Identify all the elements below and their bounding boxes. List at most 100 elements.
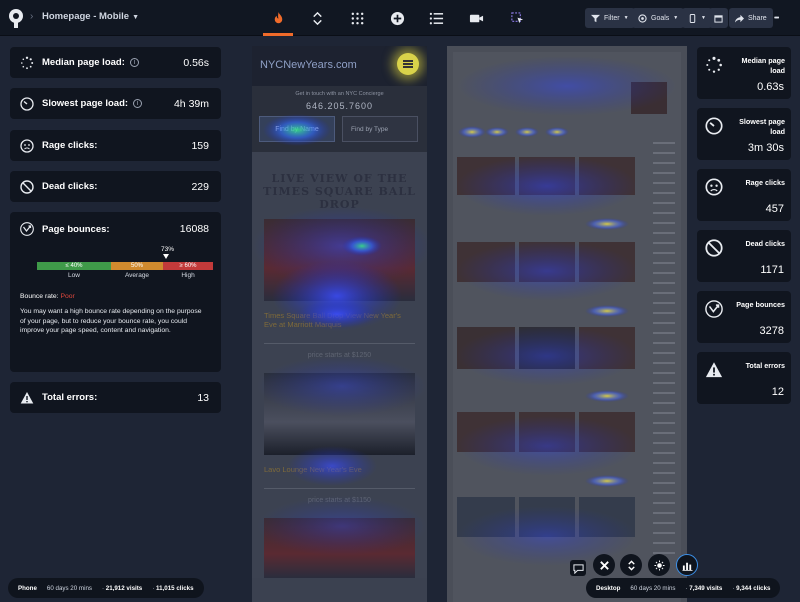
median-load-label: Median page load: bbox=[42, 57, 125, 68]
page-selector[interactable]: Homepage - Mobile ▼ bbox=[42, 11, 139, 22]
close-overlay-button[interactable] bbox=[593, 554, 615, 576]
scroll-arrows-icon bbox=[627, 559, 635, 571]
mobile-site-content: LIVE VIEW OF THE TIMES SQUARE BALL DROP … bbox=[252, 152, 427, 578]
loading-spinner-icon bbox=[706, 56, 722, 73]
recordings-button[interactable] bbox=[461, 6, 491, 30]
mobile-site-subheader: Get in touch with an NYC Concierge 646.2… bbox=[252, 86, 427, 152]
goals-button[interactable]: Goals ▼ bbox=[632, 8, 685, 28]
info-icon[interactable]: i bbox=[129, 58, 139, 67]
hamburger-menu-icon[interactable] bbox=[397, 53, 419, 75]
caret-down-icon: ▼ bbox=[701, 15, 706, 21]
find-by-name-select[interactable]: Find by Name bbox=[259, 116, 335, 142]
desktop-dead-clicks-value: 1171 bbox=[760, 264, 784, 276]
filter-button[interactable]: Filter ▼ bbox=[585, 8, 635, 28]
desktop-page-bounces-card[interactable]: Page bounces 3278 bbox=[697, 291, 791, 343]
desktop-rage-clicks-value: 457 bbox=[765, 203, 784, 215]
gauge-value: 73% bbox=[161, 246, 175, 253]
info-icon[interactable]: i bbox=[133, 99, 143, 108]
desktop-total-errors-card[interactable]: Total errors 12 bbox=[697, 352, 791, 404]
listing-thumbnail bbox=[579, 412, 635, 452]
page-selector-label: Homepage - Mobile bbox=[42, 11, 130, 22]
desktop-sidebar-links bbox=[653, 142, 675, 562]
listing-thumbnail bbox=[519, 412, 575, 452]
desktop-heatmap-preview[interactable] bbox=[447, 46, 687, 602]
scroll-map-button[interactable] bbox=[302, 6, 332, 30]
bounce-rate-status: Bounce rate: Poor bbox=[20, 293, 209, 300]
listing-thumbnail bbox=[579, 157, 635, 195]
scroll-arrows-icon bbox=[312, 11, 322, 25]
bar-chart-icon bbox=[681, 562, 693, 571]
date-range-button[interactable] bbox=[709, 8, 728, 28]
listing-thumbnail bbox=[519, 242, 575, 282]
share-button[interactable]: Share bbox=[729, 8, 773, 28]
visits-count: · 7,349 visits bbox=[685, 584, 723, 592]
more-options-button[interactable]: ••• bbox=[770, 8, 782, 28]
calendar-icon bbox=[714, 14, 723, 23]
mobile-device-icon bbox=[689, 13, 696, 23]
cursor-click-icon bbox=[510, 11, 523, 23]
close-icon bbox=[599, 560, 609, 570]
date-range: 60 days 20 mins bbox=[46, 584, 92, 592]
event-image[interactable] bbox=[264, 219, 415, 301]
brightness-button[interactable] bbox=[648, 554, 670, 576]
desktop-stats-pill: Desktop 60 days 20 mins · 7,349 visits ·… bbox=[586, 578, 781, 598]
clicks-value: 9,344 clicks bbox=[736, 584, 771, 592]
listing-thumbnail bbox=[519, 327, 575, 369]
desktop-total-errors-value: 12 bbox=[771, 386, 784, 398]
dead-clicks-label: Dead clicks: bbox=[42, 181, 98, 192]
visits-value: 21,912 visits bbox=[105, 584, 143, 592]
event-link[interactable]: Lavo Lounge New Year's Eve bbox=[264, 465, 415, 474]
stats-toggle-button[interactable] bbox=[676, 554, 698, 576]
add-button[interactable] bbox=[382, 6, 412, 30]
desktop-total-errors-label: Total errors bbox=[745, 361, 785, 370]
desktop-site-page bbox=[453, 52, 681, 602]
listing-thumbnail bbox=[457, 412, 515, 452]
listing-thumbnail bbox=[579, 327, 635, 369]
total-errors-card[interactable]: Total errors: 13 bbox=[10, 382, 221, 413]
desktop-rage-clicks-label: Rage clicks bbox=[745, 178, 785, 187]
goals-label: Goals bbox=[651, 14, 670, 22]
desktop-slowest-load-value: 3m 30s bbox=[747, 142, 784, 154]
top-toolbar: › Homepage - Mobile ▼ Filter ▼ Goals ▼ ▼ … bbox=[0, 0, 800, 36]
desktop-slowest-load-label: Slowest page load bbox=[739, 117, 785, 136]
comment-button[interactable] bbox=[570, 560, 586, 576]
slowest-page-load-card: Slowest page load: i 4h 39m bbox=[10, 88, 221, 119]
plus-circle-icon bbox=[390, 11, 404, 25]
app-logo-icon[interactable] bbox=[8, 8, 24, 28]
event-image[interactable] bbox=[264, 373, 415, 455]
mobile-heatmap-preview[interactable]: NYCNewYears.com Get in touch with an NYC… bbox=[252, 46, 427, 602]
listing-thumbnail bbox=[579, 242, 635, 282]
total-errors-label: Total errors: bbox=[42, 392, 98, 403]
target-icon bbox=[638, 13, 647, 23]
prohibited-icon bbox=[20, 179, 34, 194]
page-bounces-card[interactable]: Page bounces: 16088 73% ≤ 40% 50% ≥ 60% … bbox=[10, 212, 221, 372]
caret-down-icon: ▼ bbox=[673, 15, 679, 21]
event-link[interactable]: Times Square Ball Drop View New Year's E… bbox=[264, 311, 415, 329]
slowest-load-label: Slowest page load: bbox=[42, 98, 129, 109]
heatmap-tool-button[interactable] bbox=[263, 6, 293, 36]
list-view-button[interactable] bbox=[421, 6, 451, 30]
desktop-page-bounces-label: Page bounces bbox=[736, 300, 785, 309]
desktop-rage-clicks-card[interactable]: Rage clicks 457 bbox=[697, 169, 791, 221]
share-label: Share bbox=[748, 14, 767, 22]
bounce-rate-label: Bounce rate: bbox=[20, 293, 59, 300]
click-map-button[interactable] bbox=[342, 6, 372, 30]
rage-clicks-card[interactable]: Rage clicks: 159 bbox=[10, 130, 221, 161]
gauge-segment-low: ≤ 40% bbox=[37, 262, 111, 270]
page-bounces-label: Page bounces: bbox=[42, 223, 110, 235]
event-price: price starts at $1250 bbox=[264, 343, 415, 359]
desktop-dead-clicks-card[interactable]: Dead clicks 1171 bbox=[697, 230, 791, 282]
gauge-marker-icon bbox=[163, 254, 169, 259]
dead-clicks-card[interactable]: Dead clicks: 229 bbox=[10, 171, 221, 202]
find-by-type-select[interactable]: Find by Type bbox=[342, 116, 418, 142]
filter-label: Filter bbox=[604, 14, 620, 22]
date-range: 60 days 20 mins bbox=[630, 584, 676, 592]
dead-clicks-value: 229 bbox=[191, 180, 209, 193]
rage-click-tool-button[interactable] bbox=[502, 6, 532, 30]
device-selector-button[interactable]: ▼ bbox=[682, 8, 712, 28]
gauge-label-average: Average bbox=[124, 272, 150, 279]
event-price: price starts at $1150 bbox=[264, 488, 415, 504]
site-phone: 646.205.7600 bbox=[305, 101, 374, 111]
event-image[interactable] bbox=[264, 518, 415, 578]
scroll-depth-button[interactable] bbox=[620, 554, 642, 576]
